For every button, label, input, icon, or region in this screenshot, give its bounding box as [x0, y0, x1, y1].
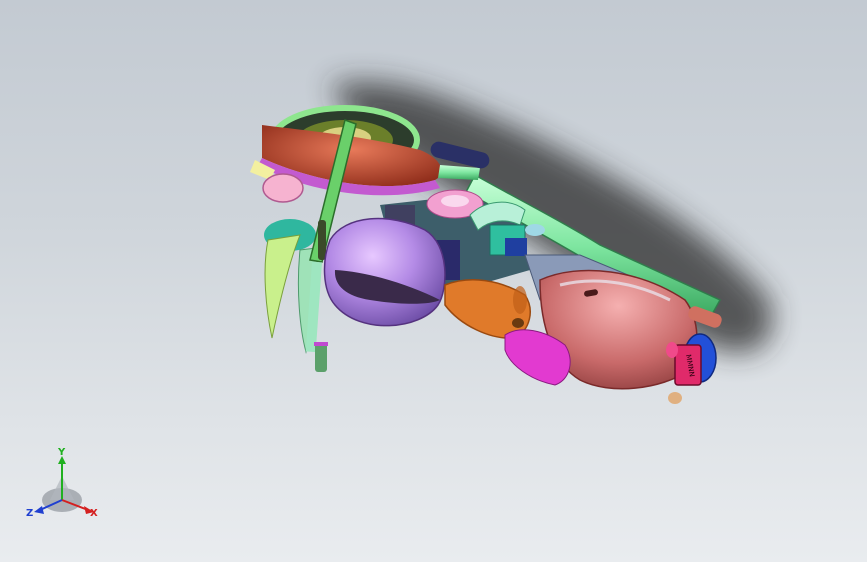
handle-grip[interactable]: [315, 342, 327, 372]
fuel-tank[interactable]: [323, 217, 446, 327]
seat[interactable]: [444, 279, 531, 339]
license-plate[interactable]: MMNN: [674, 344, 702, 386]
mirror-stalk: [318, 220, 326, 260]
front-fork-left[interactable]: [264, 234, 301, 339]
y-axis-label: Y: [57, 447, 66, 458]
x-axis-label: X: [90, 508, 98, 519]
graphics-viewport[interactable]: MMNN Y X Z: [0, 0, 867, 562]
motorcycle-model[interactable]: MMNN: [0, 0, 867, 562]
z-axis-label: Z: [26, 508, 33, 519]
rear-reflector: [666, 342, 678, 358]
headlight[interactable]: [262, 173, 304, 203]
coordinate-triad[interactable]: Y X Z: [22, 446, 112, 526]
rear-light-pod: [668, 392, 682, 404]
z-axis-arrow: [34, 506, 44, 514]
handle-grip-band: [314, 342, 328, 346]
